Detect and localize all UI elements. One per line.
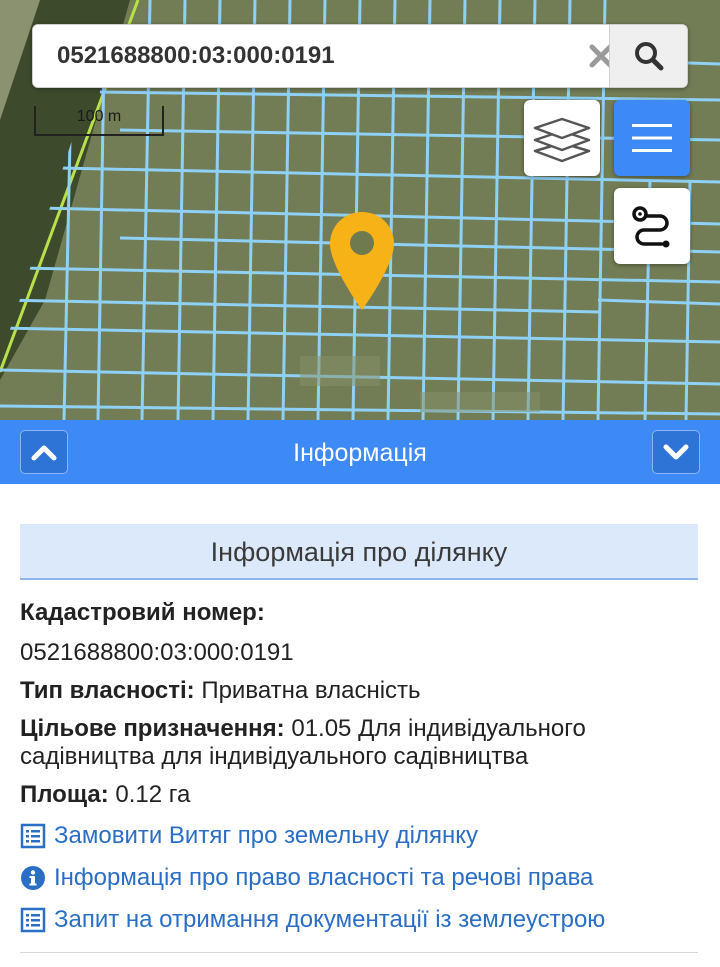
list-document-icon xyxy=(20,823,46,849)
map-view[interactable]: 100 m xyxy=(0,0,720,420)
location-pin-icon[interactable] xyxy=(328,210,396,312)
search-bar xyxy=(32,24,688,88)
cadastral-number-label: Кадастровий номер: xyxy=(20,599,265,626)
purpose-value-line2: садівництва для індивідуального садівниц… xyxy=(20,743,529,770)
info-panel-title: Інформація xyxy=(293,439,427,467)
route-icon xyxy=(632,206,670,248)
cadastral-number-value: 0521688800:03:000:0191 xyxy=(20,639,294,666)
land-documentation-request-link[interactable]: Запит на отримання документації із земле… xyxy=(20,903,605,937)
area-label: Площа: xyxy=(20,781,109,808)
area-value: 0.12 га xyxy=(115,781,191,808)
scale-label: 100 m xyxy=(76,108,122,125)
ownership-value: Приватна власність xyxy=(201,677,421,704)
list-document-icon xyxy=(20,907,46,933)
ownership-row: Тип власності: Приватна власність xyxy=(20,676,421,706)
order-extract-link[interactable]: Замовити Витяг про земельну ділянку xyxy=(20,819,478,853)
ownership-label: Тип власності: xyxy=(20,677,195,704)
purpose-row: Цільове призначення: 01.05 Для індивідуа… xyxy=(20,714,586,744)
cadastral-search-input[interactable] xyxy=(33,25,563,87)
layers-button[interactable] xyxy=(524,100,600,176)
area-row: Площа: 0.12 га xyxy=(20,780,190,810)
order-extract-link-label[interactable]: Замовити Витяг про земельну ділянку xyxy=(54,822,478,850)
parcel-section-title: Інформація про ділянку xyxy=(20,524,698,580)
route-button[interactable] xyxy=(614,188,690,264)
ownership-rights-info-link[interactable]: Інформація про право власності та речові… xyxy=(20,861,593,895)
chevron-down-icon xyxy=(663,444,689,460)
search-button[interactable] xyxy=(609,25,687,87)
ownership-rights-info-link-label[interactable]: Інформація про право власності та речові… xyxy=(54,864,593,892)
hamburger-menu-icon xyxy=(632,124,672,152)
info-panel-header: Інформація xyxy=(0,420,720,484)
expand-panel-button[interactable] xyxy=(652,430,700,474)
panel-divider xyxy=(20,952,698,953)
purpose-value-line1: 01.05 Для індивідуального xyxy=(291,715,586,742)
layers-icon xyxy=(533,117,591,163)
purpose-label: Цільове призначення: xyxy=(20,715,285,742)
info-circle-icon xyxy=(21,866,45,890)
cadastral-number-row: Кадастровий номер: xyxy=(20,598,265,628)
land-documentation-request-link-label[interactable]: Запит на отримання документації із земле… xyxy=(54,906,605,934)
map-scale-bar: 100 m xyxy=(34,106,164,136)
main-menu-button[interactable] xyxy=(614,100,690,176)
parcel-info-panel: Інформація про ділянку Кадастровий номер… xyxy=(0,484,720,967)
search-icon xyxy=(634,42,663,71)
